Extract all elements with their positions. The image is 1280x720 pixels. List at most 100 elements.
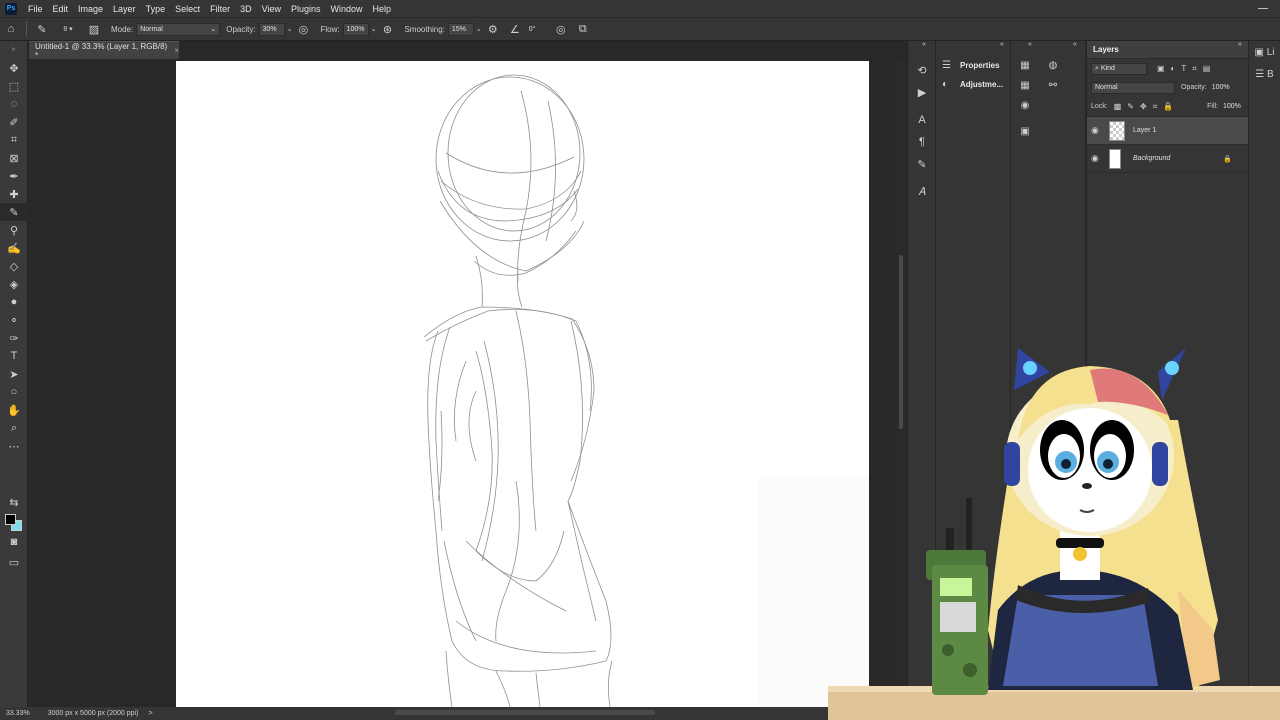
close-icon[interactable]: × (174, 46, 179, 55)
sliders-icon: ☰ (1255, 68, 1265, 80)
menu-filter[interactable]: Filter (205, 4, 235, 14)
second-tab[interactable]: ☰ B (1249, 63, 1280, 85)
airbrush-icon[interactable]: ⊛ (378, 20, 396, 38)
brush-icon[interactable]: ✎ (33, 20, 51, 38)
mode-select[interactable]: Normal ⌄ (136, 22, 221, 36)
smoothing-field[interactable]: 15% (447, 22, 474, 36)
paragraph-icon[interactable]: ¶ (908, 131, 936, 153)
collapse-icon[interactable]: « (1000, 41, 1004, 48)
frame-icon[interactable]: ⊠ (0, 149, 28, 167)
chevron-down-icon: ⌄ (210, 26, 217, 33)
crop-icon[interactable]: ⌗ (0, 131, 28, 149)
character-icon[interactable]: A (908, 109, 936, 131)
brush-settings-icon[interactable]: ✎ (908, 153, 936, 175)
menu-edit[interactable]: Edit (48, 4, 74, 14)
quick-select-icon[interactable]: ✐ (0, 113, 28, 131)
brush-settings-icon[interactable]: ▨ (85, 20, 103, 38)
layer-filter-select[interactable]: ⌕ Kind (1091, 62, 1147, 75)
paths-icon[interactable]: ⚯ (1045, 77, 1061, 93)
menu-layer[interactable]: Layer (108, 4, 141, 14)
history-icon[interactable]: ⟲ (908, 59, 936, 81)
collapse-icon[interactable]: « (1073, 41, 1077, 48)
horizontal-scrollbar[interactable] (395, 710, 655, 715)
flow-field[interactable]: 100% (342, 22, 369, 36)
filter-icons[interactable]: ▣◐T⌗▤ (1157, 64, 1216, 74)
more-tools-icon[interactable]: ⋯ (0, 437, 28, 455)
gradients-icon[interactable]: ▣ (1017, 123, 1033, 139)
patterns-icon[interactable]: ▦ (1017, 77, 1033, 93)
eye-icon[interactable]: ◉ (1091, 125, 1105, 136)
move-icon[interactable]: ✥ (0, 59, 28, 77)
adjustments-tab[interactable]: ◐ Adjustme... (936, 75, 1010, 94)
glyphs-icon[interactable]: 𝐴 (908, 181, 936, 203)
screen-mode-icon[interactable]: ▭ (0, 553, 28, 571)
lock-icons[interactable]: ▩✎✥⌗🔒 (1114, 102, 1179, 112)
menu-help[interactable]: Help (368, 4, 397, 14)
angle-field[interactable]: 0° (526, 23, 550, 36)
chevron-down-icon[interactable]: ⌄ (287, 25, 293, 33)
hand-icon[interactable]: ✋ (0, 401, 28, 419)
menu-type[interactable]: Type (141, 4, 171, 14)
lasso-icon[interactable]: ◌ (0, 95, 28, 113)
healing-brush-icon[interactable]: ✚ (0, 185, 28, 203)
chevron-down-icon[interactable]: ⌄ (476, 25, 482, 33)
color-icon[interactable]: ◍ (1045, 57, 1061, 73)
history-brush-icon[interactable]: ✍ (0, 239, 28, 257)
properties-tab[interactable]: ☰ Properties (936, 56, 1010, 75)
menu-file[interactable]: File (23, 4, 48, 14)
marquee-icon[interactable]: ⬚ (0, 77, 28, 95)
pressure-opacity-icon[interactable]: ◎ (294, 20, 312, 38)
layer-opacity-field[interactable]: 100% (1209, 82, 1233, 94)
eye-icon[interactable]: ◉ (1091, 153, 1105, 164)
status-arrow-icon[interactable]: > (148, 710, 152, 717)
layers-tab[interactable]: Layers (1087, 41, 1248, 59)
ellipse-icon[interactable]: ○ (0, 383, 28, 401)
foreground-color-swatch[interactable] (5, 514, 16, 525)
zoom-level[interactable]: 33.33% (6, 710, 30, 717)
pen-icon[interactable]: ✑ (0, 329, 28, 347)
quick-mask-icon[interactable]: ◙ (0, 533, 28, 551)
canvas[interactable] (176, 61, 869, 707)
minimize-icon[interactable] (1258, 8, 1268, 9)
layer-row-background[interactable]: ◉ Background 🔒 (1087, 145, 1248, 173)
eyedropper-icon[interactable]: ✒ (0, 167, 28, 185)
dodge-icon[interactable]: ⚬ (0, 311, 28, 329)
panel-collapse-icon[interactable]: » (0, 41, 27, 59)
opacity-field[interactable]: 30% (258, 22, 285, 36)
menu-view[interactable]: View (257, 4, 286, 14)
layer-name[interactable]: Background (1133, 155, 1170, 162)
libraries-tab[interactable]: ▣ Li (1249, 41, 1280, 63)
home-icon[interactable]: ⌂ (2, 20, 20, 38)
gear-icon[interactable]: ⚙ (484, 20, 502, 38)
fill-field[interactable]: 100% (1220, 101, 1244, 113)
menu-select[interactable]: Select (170, 4, 205, 14)
zoom-icon[interactable]: ⌕ (0, 419, 28, 437)
document-info[interactable]: 3000 px x 5000 px (2000 ppi) (48, 710, 139, 717)
menu-3d[interactable]: 3D (235, 4, 257, 14)
eraser-icon[interactable]: ◇ (0, 257, 28, 275)
collapse-icon[interactable]: « (1028, 41, 1032, 48)
expand-icon[interactable]: » (1238, 41, 1242, 48)
text-icon[interactable]: T (0, 347, 28, 365)
swap-colors-icon[interactable]: ⇆ (0, 493, 28, 511)
path-select-icon[interactable]: ➤ (0, 365, 28, 383)
layer-name[interactable]: Layer 1 (1133, 127, 1156, 134)
collapse-icon[interactable]: « (922, 41, 926, 48)
brush-icon[interactable]: ✎ (0, 203, 28, 221)
blur-icon[interactable]: ● (0, 293, 28, 311)
channels-icon[interactable]: ◉ (1017, 97, 1033, 113)
layer-row-layer-1[interactable]: ◉ Layer 1 (1087, 117, 1248, 145)
clone-stamp-icon[interactable]: ⚲ (0, 221, 28, 239)
symmetry-icon[interactable]: ⧉ (574, 20, 592, 38)
menu-window[interactable]: Window (326, 4, 368, 14)
menu-plugins[interactable]: Plugins (286, 4, 326, 14)
menu-image[interactable]: Image (73, 4, 108, 14)
swatches-icon[interactable]: ▦ (1017, 57, 1033, 73)
brush-preset-picker[interactable]: 8 ▾ (55, 20, 81, 38)
blend-mode-select[interactable]: Normal (1091, 81, 1175, 94)
play-icon[interactable]: ▶ (908, 81, 936, 103)
pressure-size-icon[interactable]: ◎ (552, 20, 570, 38)
document-tab[interactable]: Untitled-1 @ 33.3% (Layer 1, RGB/8) * × (29, 41, 179, 60)
paint-bucket-icon[interactable]: ◈ (0, 275, 28, 293)
chevron-down-icon[interactable]: ⌄ (371, 25, 377, 33)
